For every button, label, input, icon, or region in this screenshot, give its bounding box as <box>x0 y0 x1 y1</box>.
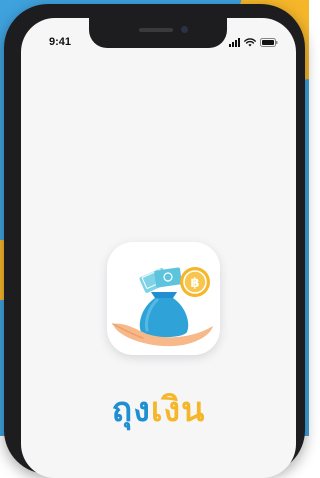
status-bar: 9:41 <box>21 18 296 58</box>
app-name-part1: ถุง <box>111 390 151 430</box>
app-name: ถุงเงิน <box>21 382 296 436</box>
speaker-grille <box>139 28 173 32</box>
coin-symbol: ฿ <box>190 276 199 291</box>
notch <box>89 18 227 48</box>
status-icons <box>229 38 278 47</box>
money-bag-on-hand-icon: ฿ <box>112 267 213 347</box>
status-time: 9:41 <box>49 36 72 48</box>
front-camera <box>181 26 188 33</box>
app-name-part2: เงิน <box>150 390 206 430</box>
battery-icon <box>260 38 278 47</box>
app-icon[interactable]: ฿ <box>107 242 220 355</box>
wifi-icon <box>244 38 256 47</box>
phone-frame: 9:41 ฿ ถุงเงิน <box>4 4 305 478</box>
phone-screen: 9:41 ฿ ถุงเงิน <box>21 18 296 478</box>
cellular-signal-icon <box>229 38 240 47</box>
